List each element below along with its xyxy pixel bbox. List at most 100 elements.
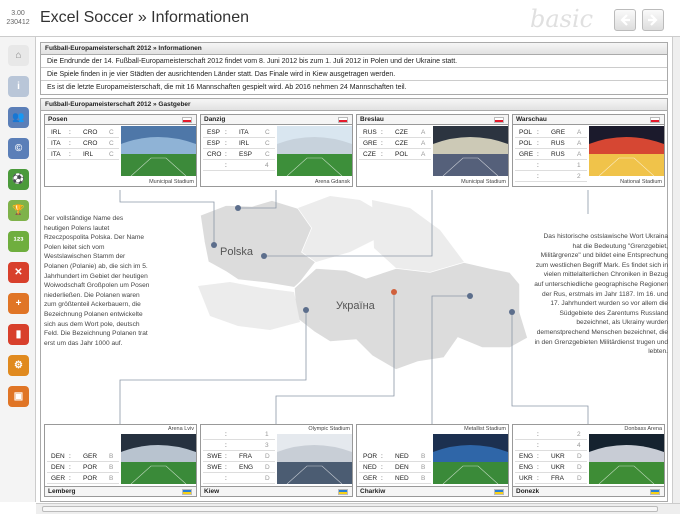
sidebar-button-home[interactable]: ⌂	[8, 45, 29, 66]
stadium-name: Arena Gdansk	[314, 179, 350, 185]
settings-icon: ⚙	[14, 360, 23, 371]
city-card-breslau: Breslau RUS: CZE A GRE: CZE A CZE: POL A Municipal…	[356, 114, 509, 187]
group-label: C	[109, 140, 114, 147]
home-team: ENG	[519, 453, 534, 460]
group-label: A	[421, 129, 426, 136]
stadium-photo	[277, 434, 352, 484]
window-icon: ▣	[13, 391, 24, 402]
version-info: 3.00 230412	[6, 9, 30, 27]
stadium-name: Donbass Arena	[624, 426, 662, 432]
stadium-photo	[589, 126, 664, 176]
group-label: 4	[265, 162, 269, 169]
match-row: DEN: POR B	[47, 463, 119, 473]
match-row: GER: NED B	[359, 474, 431, 484]
score-separator: :	[225, 431, 227, 438]
home-team: IRL	[51, 129, 62, 136]
away-team: UKR	[551, 464, 565, 471]
version-date: 230412	[6, 19, 30, 26]
score-separator: :	[225, 475, 227, 482]
group-label: 2	[577, 431, 581, 438]
ukraine-label: Україна	[336, 300, 375, 312]
home-team: ESP	[207, 140, 221, 147]
home-team: RUS	[363, 129, 377, 136]
scrollbar-thumb[interactable]	[42, 506, 658, 512]
match-row: DEN: GER B	[47, 452, 119, 462]
match-row: GER: POR B	[47, 474, 119, 484]
stadium-name: Olympic Stadium	[308, 426, 350, 432]
back-button[interactable]	[614, 9, 636, 31]
sidebar-button-statistics[interactable]: ▮	[8, 324, 29, 345]
stadium-photo	[277, 126, 352, 176]
group-label: B	[421, 453, 426, 460]
match-row: GRE: CZE A	[359, 139, 431, 149]
info-line-3: Es ist die letzte Europameisterschaft, d…	[47, 84, 407, 91]
match-row: ENG: UKR D	[515, 452, 587, 462]
city-name: Danzig	[201, 115, 352, 125]
sidebar-button-teams[interactable]: 👥	[8, 107, 29, 128]
ukraine-flag-icon	[338, 489, 348, 495]
match-row: GRE: RUS A	[515, 150, 587, 160]
group-label: B	[109, 453, 114, 460]
stadium-photo	[433, 126, 508, 176]
horizontal-scrollbar[interactable]	[36, 503, 680, 514]
group-label: 1	[265, 431, 269, 438]
match-row: :1	[203, 430, 275, 440]
ukraine-flag-icon	[494, 489, 504, 495]
city-card-donezk: Donezk:2:4 ENG: UKR D ENG: UKR D UKR: FRA D Donbas…	[512, 424, 665, 497]
sidebar-button-ball[interactable]: ⚽	[8, 169, 29, 190]
away-team: GRE	[551, 129, 566, 136]
city-name-text: Charkiw	[360, 488, 386, 495]
info-panel: Fußball-Europameisterschaft 2012 » Infor…	[40, 42, 668, 95]
match-row: RUS: CZE A	[359, 128, 431, 138]
home-team: POL	[519, 129, 533, 136]
sidebar-button-numbers[interactable]: ¹²³	[8, 231, 29, 252]
match-row: :4	[203, 161, 275, 171]
sidebar-button-settings[interactable]: ⚙	[8, 355, 29, 376]
sidebar-button-window[interactable]: ▣	[8, 386, 29, 407]
group-label: 2	[577, 173, 581, 180]
sidebar-button-trophy[interactable]: 🏆	[8, 200, 29, 221]
match-row: SWE: ENG D	[203, 463, 275, 473]
away-team: RUS	[551, 140, 565, 147]
away-team: CRO	[83, 129, 98, 136]
city-card-lemberg: Lemberg DEN: GER B DEN: POR B GER: POR B Arena Lvi…	[44, 424, 197, 497]
home-icon: ⌂	[15, 50, 22, 61]
home-team: CRO	[207, 151, 222, 158]
score-separator: :	[225, 442, 227, 449]
home-team: DEN	[51, 453, 65, 460]
sidebar-button-add-team[interactable]: +	[8, 293, 29, 314]
forward-button[interactable]	[642, 9, 664, 31]
score-separator: :	[225, 464, 227, 471]
match-row: ESP: ITA C	[203, 128, 275, 138]
ukraine-flag-icon	[182, 489, 192, 495]
city-name: Charkiw	[357, 486, 508, 496]
match-row: :2	[515, 430, 587, 440]
vertical-scrollbar[interactable]	[672, 37, 680, 503]
sidebar-button-bracket[interactable]: ✕	[8, 262, 29, 283]
version-number: 3.00	[11, 10, 25, 17]
match-row: CRO: ESP C	[203, 150, 275, 160]
trophy-icon: 🏆	[12, 205, 25, 216]
match-row: ESP: IRL C	[203, 139, 275, 149]
city-name-text: Kiew	[204, 488, 220, 495]
group-label: A	[421, 140, 426, 147]
excel-soccer-window: 3.00 230412 Excel Soccer » Informationen…	[0, 0, 680, 514]
sidebar-button-info[interactable]: i	[8, 76, 29, 97]
score-separator: :	[69, 140, 71, 147]
away-team: POR	[83, 464, 98, 471]
home-team: ITA	[51, 140, 61, 147]
home-team: NED	[363, 464, 377, 471]
away-team: NED	[395, 453, 409, 460]
ball-icon: ⚽	[12, 174, 25, 185]
score-separator: :	[225, 453, 227, 460]
group-label: C	[109, 151, 114, 158]
group-label: B	[109, 464, 114, 471]
sidebar-button-copyright[interactable]: ©	[8, 138, 29, 159]
away-team: ENG	[239, 464, 254, 471]
score-separator: :	[225, 140, 227, 147]
info-icon: i	[17, 81, 20, 92]
match-row: CZE: POL A	[359, 150, 431, 160]
stadium-name: Municipal Stadium	[149, 179, 194, 185]
score-separator: :	[537, 431, 539, 438]
title-bar: 3.00 230412 Excel Soccer » Informationen…	[0, 0, 680, 37]
